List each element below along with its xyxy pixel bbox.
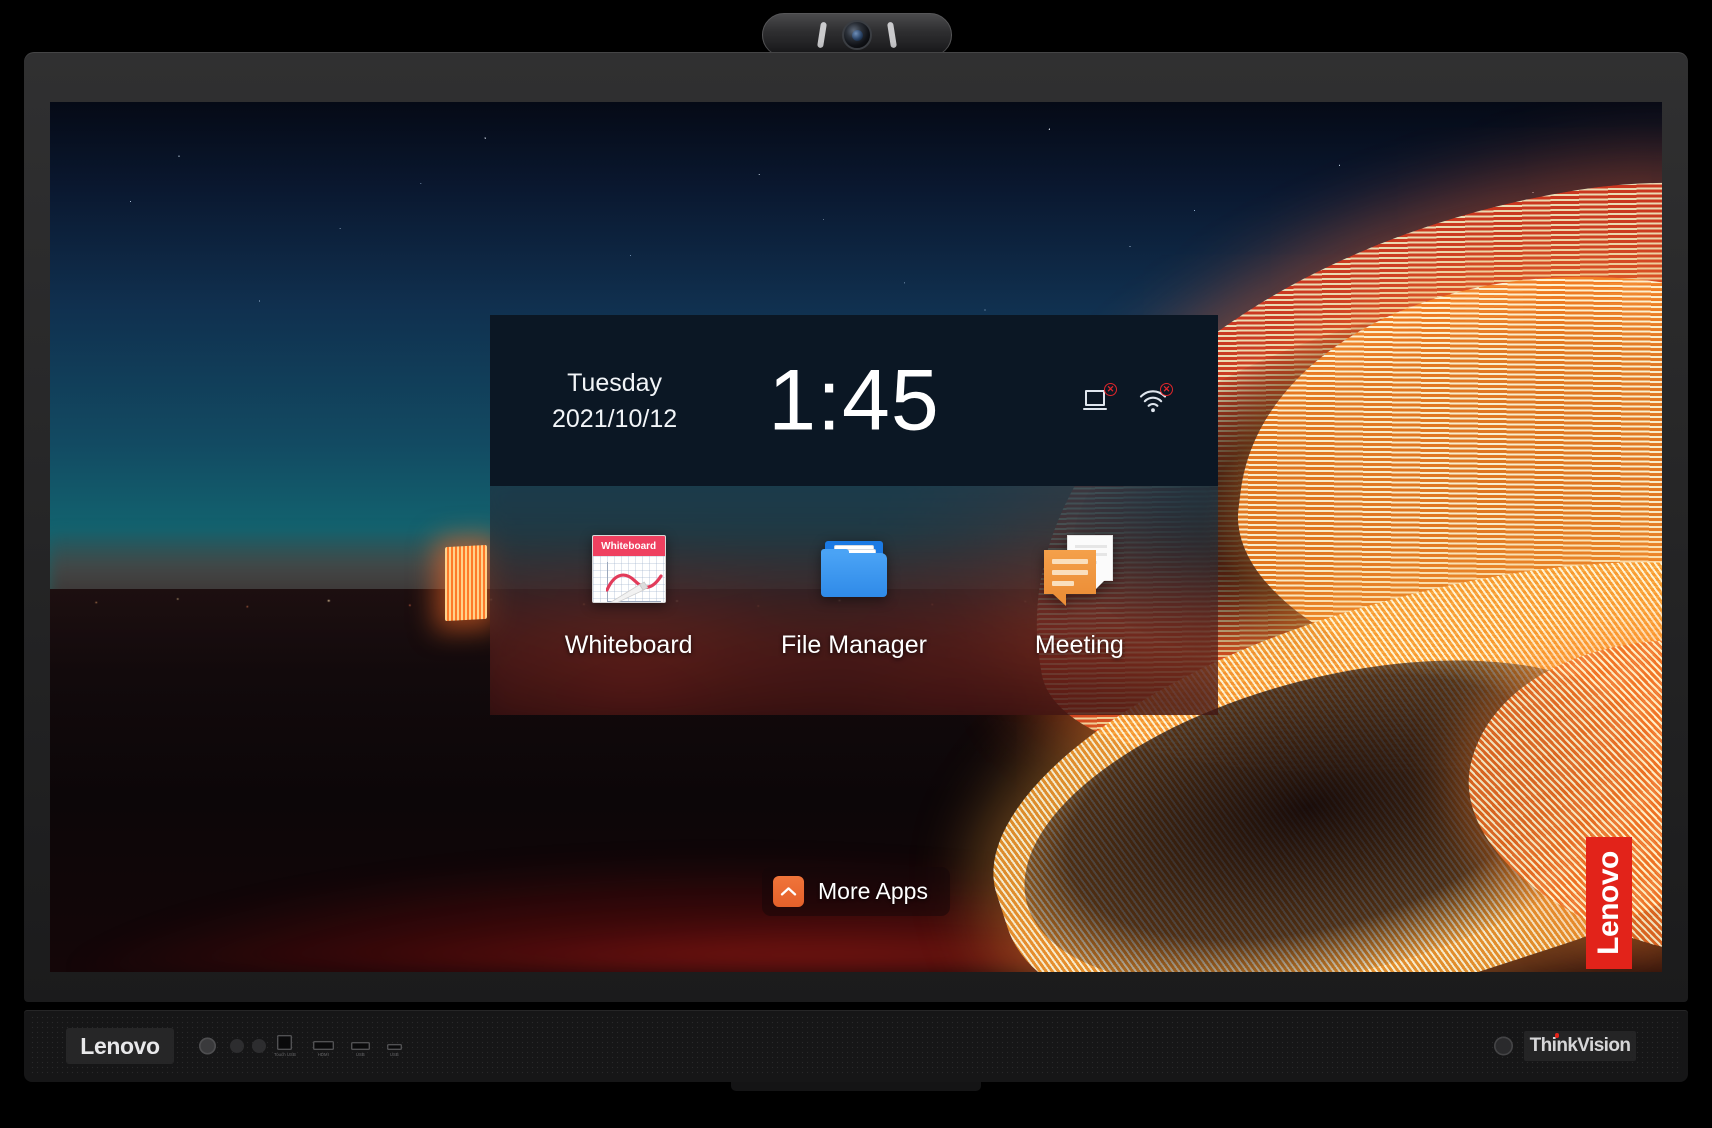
- app-label-file-manager: File Manager: [781, 631, 927, 659]
- app-shortcut-row: Whiteboard Whiteboard File Manager Meeti…: [490, 486, 1218, 715]
- wifi-error-badge: ✕: [1160, 382, 1173, 396]
- app-label-whiteboard: Whiteboard: [564, 631, 693, 659]
- more-apps-label: More Apps: [818, 878, 928, 904]
- port-touch-usb[interactable]: Touch USB: [274, 1035, 296, 1057]
- sensor-1-icon: [230, 1039, 244, 1053]
- port-label-hdmi: HDMI: [317, 1052, 329, 1057]
- home-dashboard-panel: Tuesday 2021/10/12 1:45 ✕ ✕ Whiteboard W…: [490, 315, 1218, 715]
- lenovo-logo: Lenovo: [66, 1028, 174, 1064]
- app-label-meeting: Meeting: [1034, 631, 1124, 659]
- thinkvision-logo-dot: [1554, 1033, 1560, 1038]
- webcam-module: [762, 13, 952, 65]
- file-manager-icon: [812, 527, 896, 611]
- usb-b-port-icon: [277, 1035, 293, 1050]
- chevron-up-icon: [773, 876, 805, 907]
- app-shortcut-whiteboard[interactable]: Whiteboard Whiteboard: [539, 527, 719, 660]
- port-group: Touch USB HDMI USB USB: [274, 1035, 402, 1057]
- indicator-lens-icon: [1494, 1036, 1513, 1056]
- more-apps-button[interactable]: More Apps: [762, 867, 950, 916]
- display-screen: Lenovo Tuesday 2021/10/12 1:45 ✕ ✕ White…: [50, 102, 1662, 972]
- day-of-week-label: Tuesday: [567, 368, 663, 397]
- port-usb-2[interactable]: USB: [386, 1044, 402, 1057]
- power-button[interactable]: [199, 1037, 216, 1055]
- port-label-usb-2: USB: [389, 1052, 399, 1057]
- thinkvision-logo-text: ThinkVision: [1529, 1033, 1631, 1056]
- monitor-chin-bezel: Lenovo Touch USB HDMI USB USB ThinkVisio…: [24, 1010, 1688, 1082]
- screen-share-error-badge: ✕: [1104, 382, 1117, 396]
- app-shortcut-drawer: Whiteboard Whiteboard File Manager Meeti…: [490, 486, 1218, 715]
- wallpaper-lenovo-watermark: Lenovo: [1586, 837, 1632, 969]
- port-label-usb-1: USB: [355, 1052, 365, 1057]
- wifi-icon[interactable]: ✕: [1138, 382, 1173, 415]
- webcam-light-left: [817, 21, 827, 49]
- monitor-bezel: Lenovo Tuesday 2021/10/12 1:45 ✕ ✕ White…: [24, 52, 1688, 1002]
- screen-share-icon[interactable]: ✕: [1082, 382, 1117, 415]
- webcam-light-right: [887, 21, 897, 49]
- usb-a-port-icon-1: [350, 1042, 370, 1050]
- port-hdmi[interactable]: HDMI: [312, 1041, 334, 1057]
- port-label-touch-usb: Touch USB: [274, 1052, 296, 1057]
- date-block: Tuesday 2021/10/12: [552, 364, 677, 437]
- hdmi-port-icon: [312, 1041, 334, 1050]
- thinkvision-display-device: Lenovo Tuesday 2021/10/12 1:45 ✕ ✕ White…: [0, 0, 1712, 1128]
- usb-a-port-icon-2: [386, 1044, 402, 1050]
- stand-foot: [731, 1082, 981, 1091]
- clock-time: 1:45: [768, 352, 940, 448]
- app-shortcut-file-manager[interactable]: File Manager: [764, 527, 944, 660]
- lenovo-logo-text: Lenovo: [80, 1032, 160, 1059]
- status-icon-group: ✕ ✕: [1082, 382, 1173, 415]
- clock-status-bar: Tuesday 2021/10/12 1:45 ✕ ✕: [490, 315, 1218, 486]
- thinkvision-logo: ThinkVision: [1524, 1031, 1636, 1061]
- sensor-2-icon: [252, 1039, 266, 1053]
- whiteboard-icon: Whiteboard: [587, 527, 671, 611]
- wallpaper-lenovo-text: Lenovo: [1592, 851, 1626, 955]
- date-label: 2021/10/12: [552, 404, 678, 433]
- meeting-icon: [1037, 527, 1121, 611]
- camera-lens-icon: [842, 20, 872, 50]
- whiteboard-icon-title: Whiteboard: [592, 536, 665, 556]
- port-usb-1[interactable]: USB: [350, 1042, 370, 1057]
- app-shortcut-meeting[interactable]: Meeting: [989, 527, 1169, 660]
